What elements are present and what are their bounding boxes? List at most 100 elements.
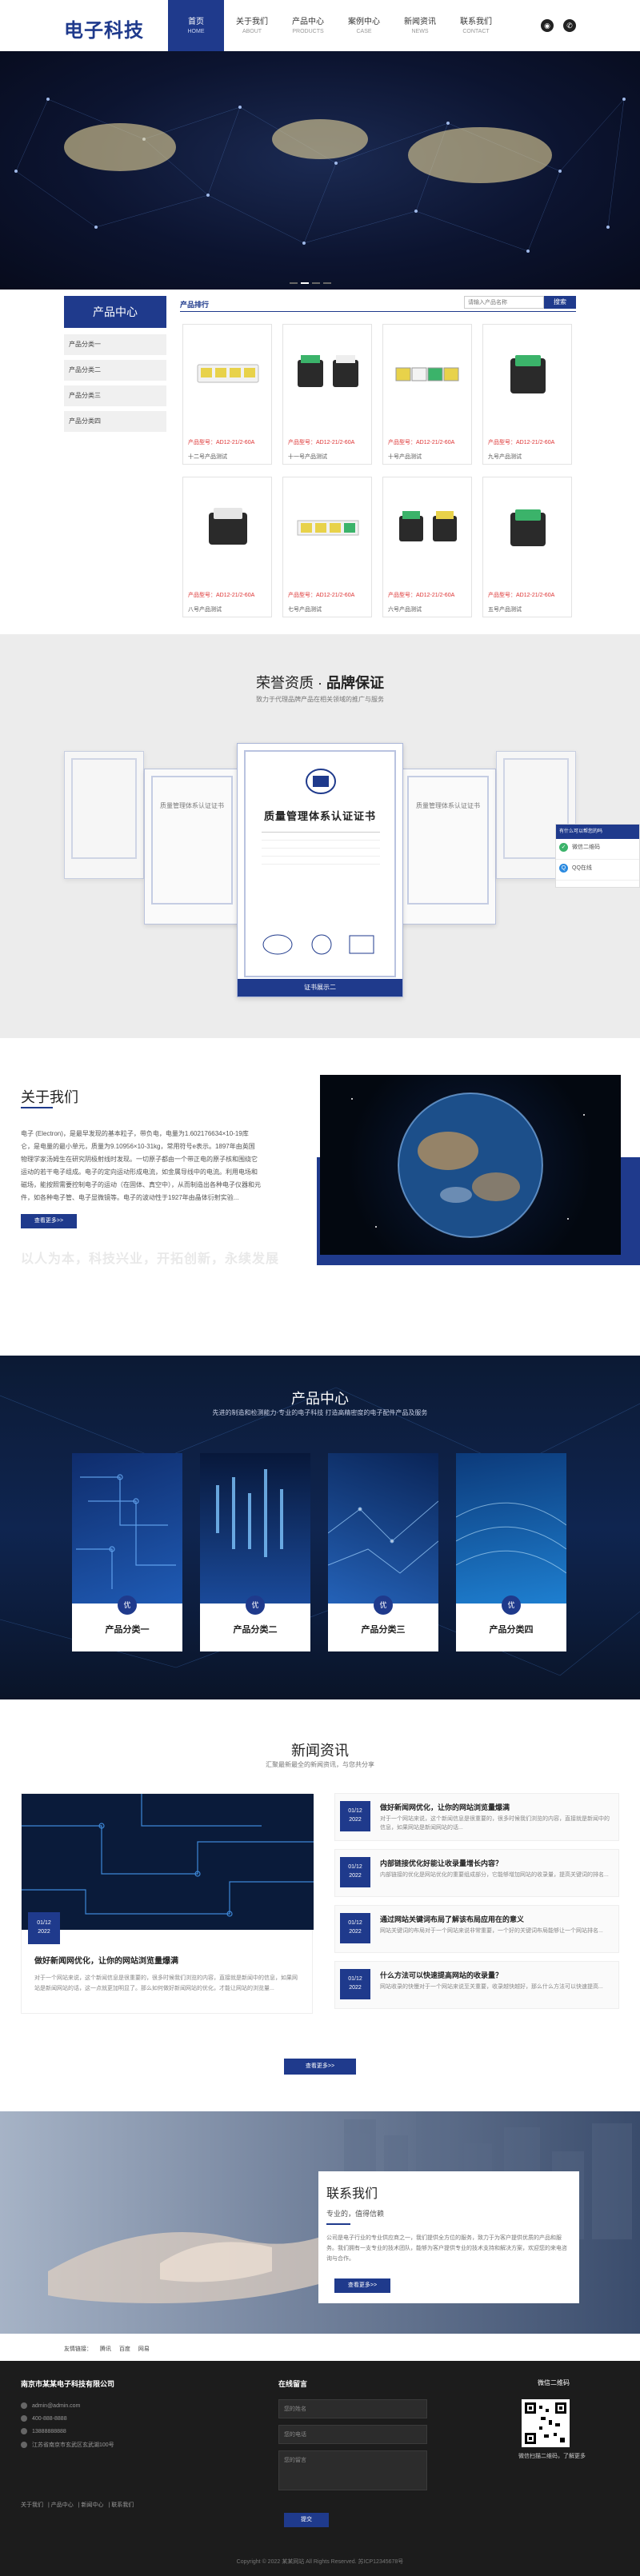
product-card[interactable]: 产品型号：AD12-21/2-60A 九号产品测试 [482,324,572,465]
footer-address: 江苏省南京市玄武区玄武湖100号 [21,2441,114,2449]
featured-news-summary: 对于一个网站来说，这个新闻信息是很重要的，很多时候我们浏览的内容，直接就是新闻中… [34,1975,298,1991]
footer-nav-link[interactable]: 新闻中心 [82,2502,104,2508]
wechat-qr-link[interactable]: ✓ 微信二维码 [556,839,639,860]
news-item[interactable]: 01/12 2022 内部链接优化好能让收录量增长内容？ 内部链接的优化是网站优化… [334,1849,619,1897]
category-item[interactable]: 产品分类二 [64,360,166,381]
category-card[interactable]: 优 产品分类二 [200,1453,310,1651]
earth-graphic [351,1092,585,1238]
contact-more-button[interactable]: 查看更多>> [334,2278,390,2293]
nav-home[interactable]: 首页 HOME [168,0,224,51]
phone-field[interactable]: 您的电话 [278,2425,427,2444]
message-field[interactable]: 您的留言 [278,2450,427,2490]
product-card[interactable]: 产品型号：AD12-21/2-60A 十二号产品测试 [182,324,272,465]
featured-news-title[interactable]: 做好新闻网优化，让你的网站浏览量爆满 [34,1954,178,1966]
world-network-graphic [14,98,626,253]
search-input[interactable] [464,296,544,309]
product-name: 十号产品测试 [388,454,422,460]
category-card[interactable]: 优 产品分类一 [72,1453,182,1651]
news-item[interactable]: 01/12 2022 做好新闻网优化，让你的网站浏览量爆满 对于一个网站来说，这个… [334,1793,619,1841]
footer-nav-link[interactable]: 关于我们 [21,2502,43,2508]
page: 电子科技 首页 HOME 关于我们 ABOUT 产品中心 PRODUCTS 案例中心 C… [0,0,640,2576]
category-item[interactable]: 产品分类一 [64,334,166,355]
friend-link[interactable]: 腾讯 [100,2346,111,2352]
category-card[interactable]: 优 产品分类四 [456,1453,566,1651]
site-logo[interactable]: 电子科技 [64,14,144,42]
news-more-button[interactable]: 查看更多>> [284,2059,356,2075]
footer-mobile: 13888888888 [21,2428,66,2434]
slide-dot[interactable] [312,282,320,284]
qq-online-link[interactable]: Q QQ在线 [556,860,639,881]
featured-news-image [22,1794,314,1930]
certificate-card[interactable] [64,751,144,879]
copyright: Copyright © 2022 某某网站 All Rights Reserve… [236,2559,404,2565]
category-name: 产品分类三 [361,1625,406,1635]
product-image [209,508,247,545]
certificate-card[interactable]: 质量管理体系认证证书 [400,769,496,925]
product-card[interactable]: 产品型号：AD12-21/2-60A 十号产品测试 [382,324,472,465]
contact-section: 联系我们 专业的，值得信赖 公司是电子行业的专业供应商之一，我们提供全方位的服务… [0,2111,640,2334]
slide-dot[interactable] [301,282,309,284]
qr-code-image [522,2399,570,2447]
friend-link[interactable]: 网易 [138,2346,150,2352]
nav-contact[interactable]: 联系我们 CONTACT [448,0,504,51]
news-item-title[interactable]: 什么方法可以快速提高网站的收录量？ [380,1970,612,1980]
certificate-card[interactable]: 质量管理体系认证证书 [144,769,240,925]
name-field[interactable]: 您的姓名 [278,2399,427,2418]
search-button[interactable]: 搜索 [544,296,576,309]
banner-pagination[interactable] [288,278,333,286]
product-image [298,355,358,387]
category-name: 产品分类四 [489,1625,534,1635]
news-item-title[interactable]: 做好新闻网优化，让你的网站浏览量爆满 [380,1802,612,1812]
hero-banner [0,51,640,290]
product-center-subtitle: 先进的制造和检测能力·专业的电子科技 打造高精密度的电子配件产品及服务 [212,1409,428,1416]
product-code: 产品型号：AD12-21/2-60A [188,440,255,445]
badge-icon: 优 [118,1596,137,1615]
nav-case[interactable]: 案例中心 CASE [336,0,392,51]
product-image [297,520,359,536]
wechat-icon[interactable]: ◉ [541,19,554,32]
qr-code-icon [525,2402,566,2444]
nav-news[interactable]: 新闻资讯 NEWS [392,0,448,51]
certificate-card-featured[interactable]: 质量管理体系认证证书 证书展示二 [237,743,403,997]
footer-nav-link[interactable]: 产品中心 [51,2502,74,2508]
category-item[interactable]: 产品分类三 [64,385,166,406]
nav-sublabel: NEWS [411,29,429,34]
friend-link[interactable]: 百度 [119,2346,130,2352]
featured-news-card[interactable]: 01/12 2022 做好新闻网优化，让你的网站浏览量爆满 对于一个网站来说，这个… [21,1793,314,2014]
date-badge: 01/12 2022 [340,1913,370,1943]
news-item-title[interactable]: 通过网站关键词布局了解该布局应用在的意义 [380,1914,612,1924]
nav-products[interactable]: 产品中心 PRODUCTS [280,0,336,51]
news-title: 新闻资讯 [291,1743,349,1759]
date-year: 2022 [349,1985,362,1991]
slide-dot[interactable] [290,282,298,284]
footer-nav-link[interactable]: 联系我们 [111,2502,134,2508]
certificate-title: 质量管理体系认证证书 [263,810,376,822]
news-item-summary: 对于一个网站来说，这个新闻信息是很重要的，很多时候我们浏览的内容，直接就是新闻中… [380,1816,610,1831]
product-list-label: 产品排行 [180,301,210,309]
category-item[interactable]: 产品分类四 [64,411,166,432]
product-card[interactable]: 产品型号：AD12-21/2-60A 六号产品测试 [382,477,472,617]
footer-email: admin@admin.com [21,2402,80,2409]
message-form-title: 在线留言 [278,2380,308,2388]
product-card[interactable]: 产品型号：AD12-21/2-60A 八号产品测试 [182,477,272,617]
phone-icon[interactable]: ✆ [563,19,576,32]
product-code: 产品型号：AD12-21/2-60A [288,440,355,445]
nav-label: 产品中心 [292,18,324,26]
product-card[interactable]: 产品型号：AD12-21/2-60A 七号产品测试 [282,477,372,617]
product-card[interactable]: 产品型号：AD12-21/2-60A 十一号产品测试 [282,324,372,465]
category-image [200,1453,310,1604]
qq-label: QQ在线 [572,865,592,871]
category-card[interactable]: 优 产品分类三 [328,1453,438,1651]
news-item[interactable]: 01/12 2022 通过网站关键词布局了解该布局应用在的意义 网站关键词的布局对… [334,1905,619,1953]
about-earth-image [320,1075,621,1255]
badge-icon: 优 [246,1596,265,1615]
about-more-button[interactable]: 查看更多>> [21,1214,77,1228]
floating-service-panel[interactable]: 有什么可以帮您的吗 ✓ 微信二维码 Q QQ在线 [555,824,640,888]
news-item[interactable]: 01/12 2022 什么方法可以快速提高网站的收录量？ 网站收录的快慢对于一个网… [334,1961,619,2009]
nav-about[interactable]: 关于我们 ABOUT [224,0,280,51]
product-image [395,367,459,381]
submit-button[interactable]: 提交 [284,2513,329,2527]
news-item-title[interactable]: 内部链接优化好能让收录量增长内容？ [380,1858,612,1868]
product-card[interactable]: 产品型号：AD12-21/2-60A 五号产品测试 [482,477,572,617]
slide-dot[interactable] [323,282,331,284]
